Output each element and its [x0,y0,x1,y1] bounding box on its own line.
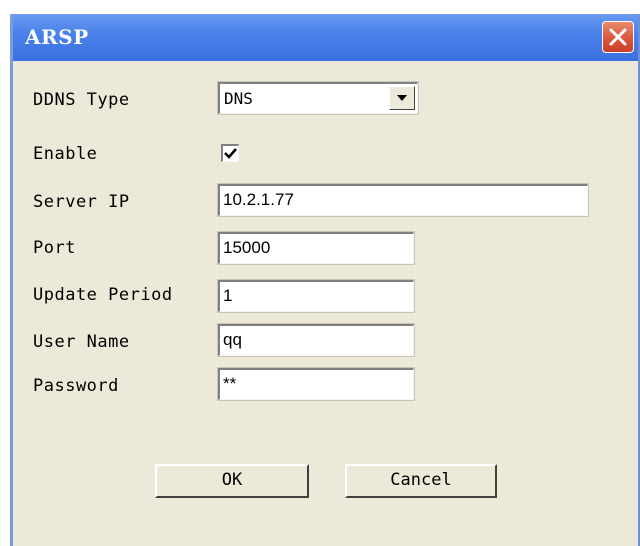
arsp-dialog: ARSP DDNS Type DNS Enable Server IP 10.2… [10,14,640,546]
user-name-label: User Name [33,332,130,352]
server-ip-input[interactable]: 10.2.1.77 [217,183,589,217]
ddns-type-value: DNS [224,89,253,108]
password-input[interactable]: ** [217,367,415,401]
port-label: Port [33,238,76,258]
title-bar[interactable]: ARSP [13,14,638,61]
ddns-type-label: DDNS Type [33,90,130,110]
chevron-down-icon [397,95,407,101]
enable-label: Enable [33,144,98,164]
ddns-type-select[interactable]: DNS [217,81,419,115]
cancel-button[interactable]: Cancel [345,464,497,498]
checkmark-icon [224,148,237,159]
window-title: ARSP [25,25,89,49]
dropdown-button[interactable] [389,86,415,110]
enable-checkbox[interactable] [221,144,239,162]
port-input[interactable]: 15000 [217,231,415,265]
close-button[interactable] [602,21,634,53]
update-period-label: Update Period [33,285,173,305]
user-name-input[interactable]: qq [217,323,415,357]
update-period-input[interactable]: 1 [217,279,415,313]
server-ip-label: Server IP [33,192,130,212]
password-label: Password [33,376,119,396]
ok-button[interactable]: OK [155,464,309,498]
close-icon [609,28,627,46]
